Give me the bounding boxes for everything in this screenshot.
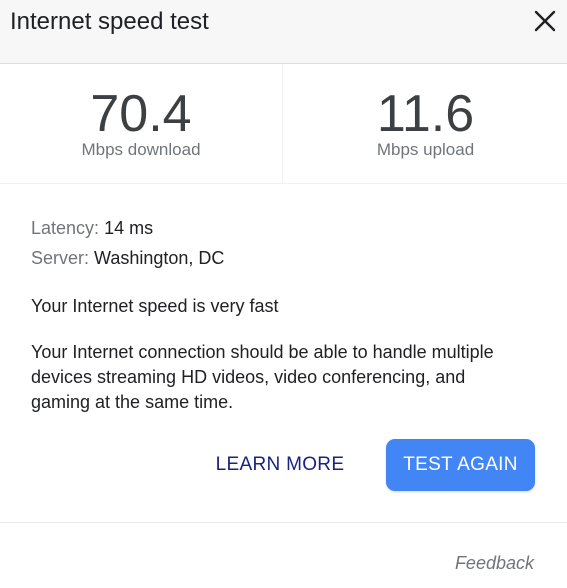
upload-speed-unit: Mbps upload: [376, 140, 475, 159]
latency-label: Latency:: [31, 218, 100, 238]
server-value: Washington, DC: [94, 248, 225, 268]
footer-divider: [0, 522, 567, 523]
speed-results: 70.4 Mbps download 11.6 Mbps upload: [0, 64, 567, 184]
latency-row: Latency: 14 ms: [31, 214, 531, 244]
upload-result: 11.6 Mbps upload: [284, 64, 567, 183]
download-result: 70.4 Mbps download: [0, 64, 283, 183]
test-again-button[interactable]: TEST AGAIN: [386, 439, 535, 491]
server-row: Server: Washington, DC: [31, 244, 531, 274]
speed-description: Your Internet connection should be able …: [31, 342, 494, 412]
learn-more-button[interactable]: LEARN MORE: [205, 446, 355, 484]
dialog-title: Internet speed test: [10, 8, 209, 35]
close-icon: [534, 10, 556, 32]
download-speed-unit: Mbps download: [81, 140, 201, 159]
speed-verdict: Your Internet speed is very fast: [31, 296, 279, 316]
dialog-header: Internet speed test: [0, 0, 567, 64]
feedback-link[interactable]: Feedback: [455, 551, 534, 575]
close-button[interactable]: [528, 4, 562, 38]
server-label: Server:: [31, 248, 90, 268]
connection-details: Latency: 14 ms Server: Washington, DC: [31, 214, 531, 274]
download-speed-value: 70.4: [90, 85, 192, 143]
upload-speed-value: 11.6: [376, 85, 475, 143]
latency-value: 14 ms: [104, 218, 154, 238]
